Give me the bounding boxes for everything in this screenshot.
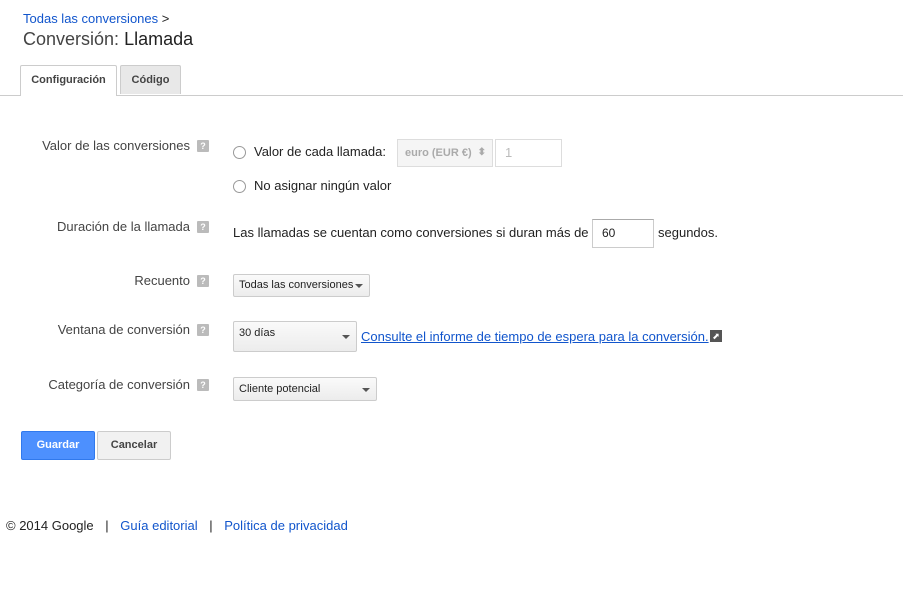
footer-privacy-link[interactable]: Política de privacidad bbox=[224, 518, 348, 533]
value-label: Valor de las conversiones bbox=[42, 138, 190, 153]
page-title: Conversión: Llamada bbox=[23, 29, 193, 50]
cancel-button[interactable]: Cancelar bbox=[97, 431, 171, 460]
tab-bar: Configuración Código bbox=[0, 64, 903, 96]
external-link-icon[interactable]: ⬈ bbox=[710, 330, 722, 342]
breadcrumb-all-conversions-link[interactable]: Todas las conversiones bbox=[23, 11, 158, 26]
currency-select-value: euro (EUR €) bbox=[405, 147, 472, 159]
category-label: Categoría de conversión bbox=[48, 377, 190, 392]
page-title-prefix: Conversión: bbox=[23, 29, 120, 49]
window-dropdown-value: 30 días bbox=[239, 327, 276, 339]
duration-label: Duración de la llamada bbox=[57, 219, 190, 234]
chevron-down-icon bbox=[342, 335, 350, 339]
duration-text: Las llamadas se cuentan como conversione… bbox=[233, 225, 589, 240]
tab-configuracion[interactable]: Configuración bbox=[20, 65, 117, 96]
duration-seconds-input[interactable]: 60 bbox=[592, 219, 654, 248]
currency-select: euro (EUR €) ⬍ bbox=[397, 139, 493, 167]
value-amount-input: 1 bbox=[495, 139, 562, 167]
chevron-down-icon bbox=[362, 388, 370, 392]
tab-codigo[interactable]: Código bbox=[120, 65, 181, 94]
value-each-call-radio[interactable] bbox=[233, 146, 246, 159]
save-button[interactable]: Guardar bbox=[21, 431, 95, 460]
wait-time-report-link[interactable]: Consulte el informe de tiempo de espera … bbox=[361, 329, 709, 344]
select-arrows-icon: ⬍ bbox=[477, 147, 486, 158]
count-label: Recuento bbox=[134, 273, 190, 288]
footer-editorial-link[interactable]: Guía editorial bbox=[120, 518, 197, 533]
help-icon[interactable]: ? bbox=[197, 275, 209, 287]
help-icon[interactable]: ? bbox=[197, 379, 209, 391]
help-icon[interactable]: ? bbox=[197, 221, 209, 233]
breadcrumb: Todas las conversiones > bbox=[23, 11, 169, 26]
breadcrumb-separator: > bbox=[161, 11, 170, 26]
category-dropdown[interactable]: Cliente potencial bbox=[233, 377, 377, 401]
category-dropdown-value: Cliente potencial bbox=[239, 383, 321, 395]
help-icon[interactable]: ? bbox=[197, 140, 209, 152]
footer: © 2014 Google | Guía editorial | Polític… bbox=[6, 518, 348, 533]
window-label: Ventana de conversión bbox=[57, 322, 190, 337]
count-dropdown[interactable]: Todas las conversiones bbox=[233, 274, 370, 297]
value-each-call-label: Valor de cada llamada: bbox=[254, 144, 387, 159]
footer-copyright: © 2014 Google bbox=[6, 518, 94, 533]
duration-unit: segundos. bbox=[658, 225, 718, 240]
count-dropdown-value: Todas las conversiones bbox=[239, 279, 354, 291]
page-title-name: Llamada bbox=[124, 29, 194, 49]
chevron-down-icon bbox=[355, 284, 363, 288]
footer-separator: | bbox=[209, 518, 213, 533]
window-dropdown[interactable]: 30 días bbox=[233, 321, 357, 352]
footer-separator: | bbox=[105, 518, 109, 533]
no-value-radio[interactable] bbox=[233, 180, 246, 193]
no-value-label: No asignar ningún valor bbox=[254, 178, 392, 193]
help-icon[interactable]: ? bbox=[197, 324, 209, 336]
